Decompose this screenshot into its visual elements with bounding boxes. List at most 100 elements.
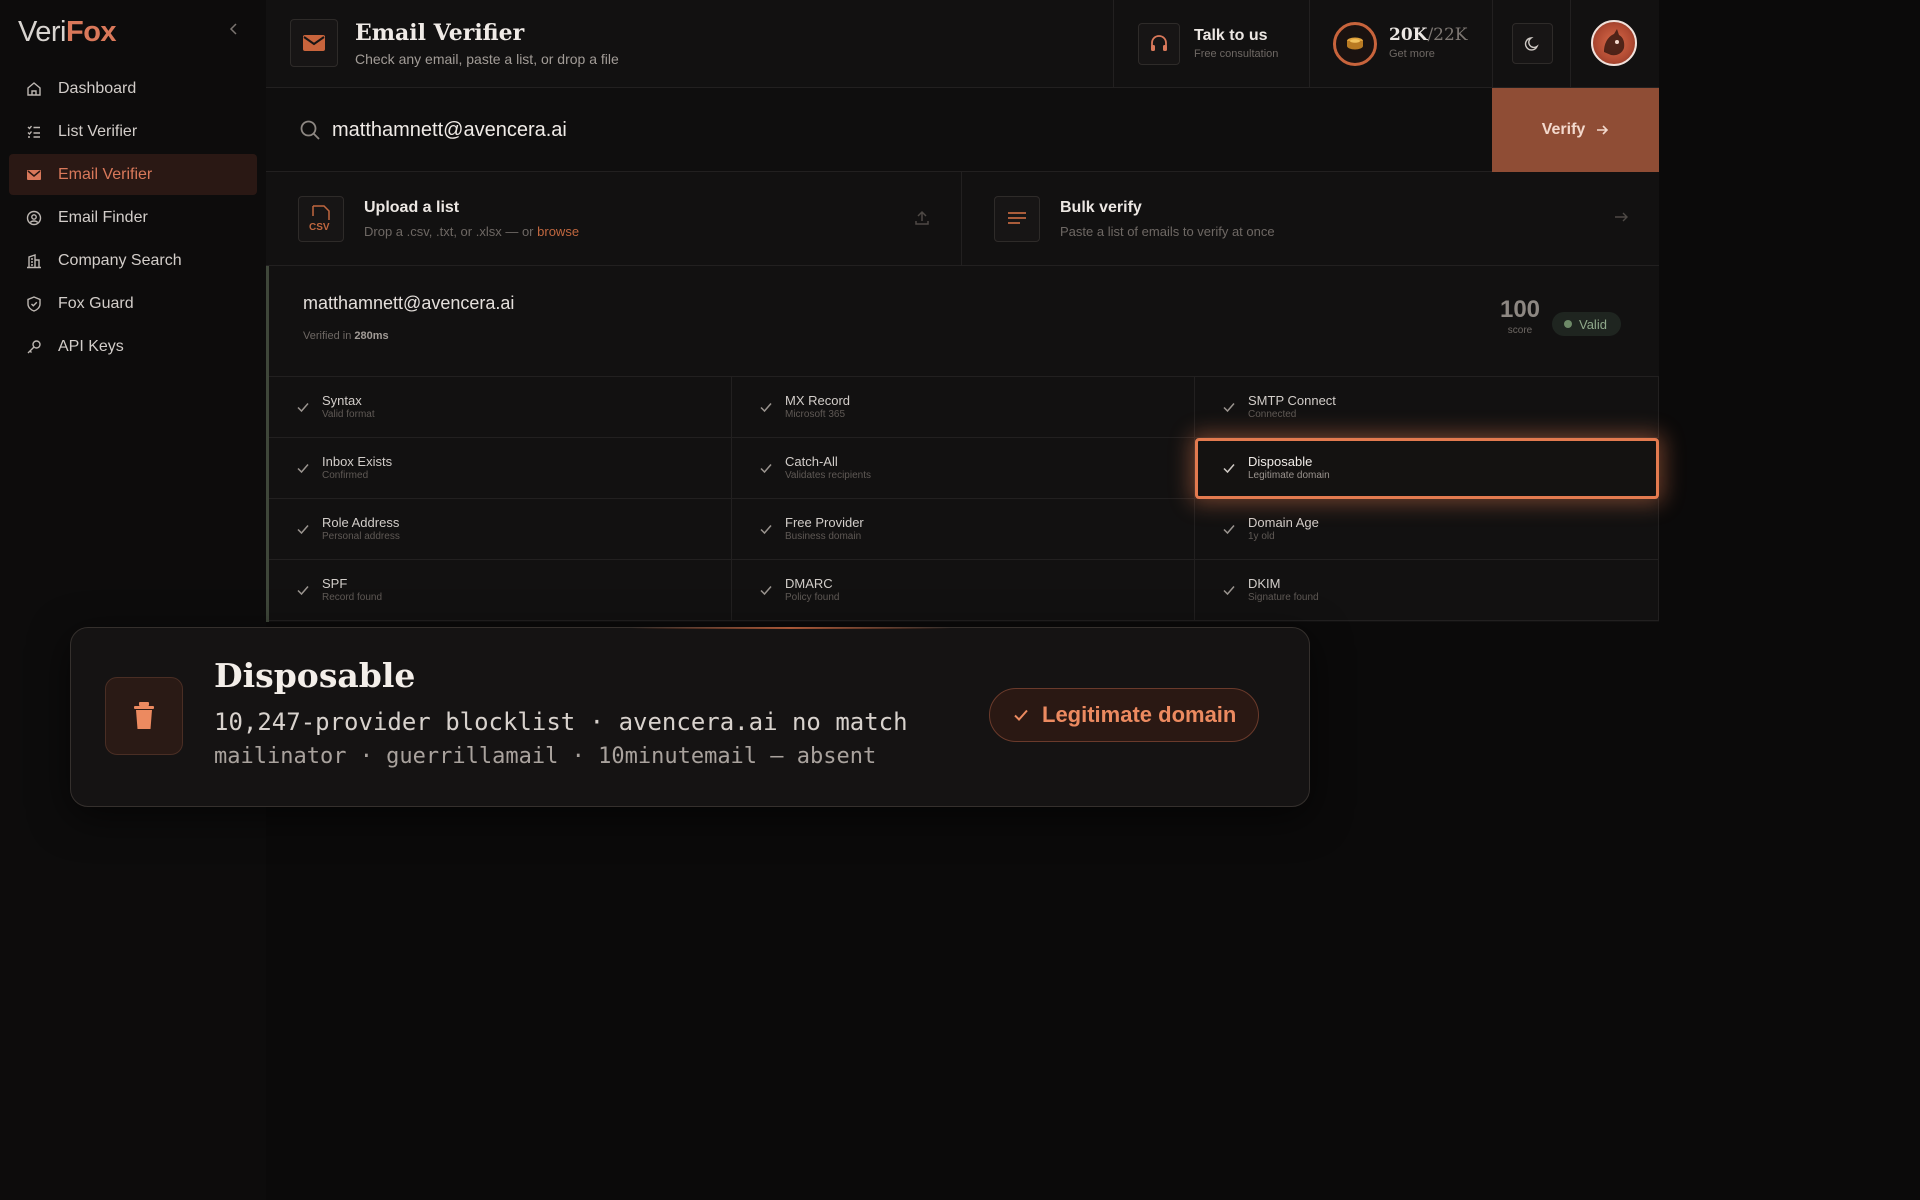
check-role-address[interactable]: Role Address Personal address xyxy=(269,499,732,560)
verification-result: matthamnett@avencera.ai Verified in 280m… xyxy=(266,266,1659,622)
check-title: MX Record xyxy=(785,393,851,408)
mail-icon xyxy=(27,169,41,180)
check-subtitle: Signature found xyxy=(1248,592,1319,603)
upload-list-dropzone[interactable]: CSV Upload a list Drop a .csv, .txt, or … xyxy=(266,172,962,266)
check-domain-age[interactable]: Domain Age 1y old xyxy=(1195,499,1659,560)
check-title: Role Address xyxy=(322,515,400,530)
credits-widget[interactable]: 20K/22K Get more xyxy=(1309,0,1492,88)
check-subtitle: Legitimate domain xyxy=(1248,470,1330,481)
page-header: Email Verifier Check any email, paste a … xyxy=(266,0,1113,88)
check-title: Syntax xyxy=(322,393,362,408)
check-subtitle: Validates recipients xyxy=(785,470,871,481)
checks-row: Role Address Personal address Free Provid… xyxy=(269,499,1659,560)
check-title: Catch-All xyxy=(785,454,838,469)
home-icon xyxy=(27,81,41,96)
upload-description: Drop a .csv, .txt, or .xlsx — or browse xyxy=(364,224,579,239)
check-dkim[interactable]: DKIM Signature found xyxy=(1195,560,1659,621)
credits-get-more: Get more xyxy=(1389,48,1435,60)
check-icon xyxy=(297,586,309,596)
check-title: DMARC xyxy=(785,576,833,591)
sidebar-item-label: Email Verifier xyxy=(58,165,153,183)
pill-label: Legitimate domain xyxy=(1042,702,1237,727)
check-syntax[interactable]: Syntax Valid format xyxy=(269,377,732,438)
check-title: Inbox Exists xyxy=(322,454,393,469)
brand-logo[interactable]: VeriFox xyxy=(18,16,117,49)
checks-row: Syntax Valid format MX Record Microsoft 36… xyxy=(269,377,1659,438)
sidebar-item-dashboard[interactable]: Dashboard xyxy=(9,68,257,109)
mail-icon xyxy=(290,19,338,67)
verify-button[interactable]: Verify xyxy=(1492,88,1659,172)
check-spf[interactable]: SPF Record found xyxy=(269,560,732,621)
popup-detail-line-2: mailinator · guerrillamail · 10minutemai… xyxy=(214,744,877,769)
csv-badge-label: CSV xyxy=(309,222,330,233)
popup-detail-line-1: 10,247-provider blocklist · avencera.ai … xyxy=(214,708,908,736)
arrow-right-icon xyxy=(1613,209,1629,230)
bulk-title: Bulk verify xyxy=(1060,199,1142,216)
page-title: Email Verifier xyxy=(355,20,525,46)
sidebar-item-email-finder[interactable]: Email Finder xyxy=(9,197,257,238)
check-icon xyxy=(760,586,772,596)
checks-row: SPF Record found DMARC Policy found DKIM Si… xyxy=(269,560,1659,621)
score: 100 score xyxy=(1495,296,1545,336)
list-icon xyxy=(27,125,40,138)
check-dmarc[interactable]: DMARC Policy found xyxy=(732,560,1195,621)
credits-used: 20K xyxy=(1389,25,1428,45)
sidebar-item-email-verifier[interactable]: Email Verifier xyxy=(9,154,257,195)
moon-icon[interactable] xyxy=(1512,23,1553,64)
sidebar-item-label: Email Finder xyxy=(58,208,148,226)
talk-to-us-button[interactable]: Talk to us Free consultation xyxy=(1113,0,1309,88)
avatar[interactable] xyxy=(1591,20,1637,66)
check-subtitle: Business domain xyxy=(785,531,862,542)
sidebar-item-api-keys[interactable]: API Keys xyxy=(9,326,257,367)
text-lines-icon xyxy=(994,196,1040,242)
sidebar: VeriFox Dashboard List Verifier Email Ve… xyxy=(0,0,266,1200)
browse-link[interactable]: browse xyxy=(537,224,579,239)
check-free-provider[interactable]: Free Provider Business domain xyxy=(732,499,1195,560)
disposable-detail-popup: Disposable 10,247-provider blocklist · a… xyxy=(70,627,1310,807)
user-search-icon xyxy=(26,210,42,225)
check-mx-record[interactable]: MX Record Microsoft 365 xyxy=(732,377,1195,438)
email-input[interactable] xyxy=(332,110,1332,150)
key-icon xyxy=(27,339,41,353)
sidebar-nav: Dashboard List Verifier Email Verifier E… xyxy=(9,68,257,369)
status-badge: Valid xyxy=(1552,312,1621,336)
sidebar-item-label: List Verifier xyxy=(58,122,138,140)
score-value: 100 xyxy=(1499,296,1541,323)
headset-icon xyxy=(1138,23,1180,65)
check-subtitle: Connected xyxy=(1248,409,1297,420)
sidebar-item-list-verifier[interactable]: List Verifier xyxy=(9,111,257,152)
talk-subtitle: Free consultation xyxy=(1194,48,1279,60)
sidebar-item-company-search[interactable]: Company Search xyxy=(9,240,257,281)
check-disposable[interactable]: Disposable Legitimate domain xyxy=(1195,438,1659,499)
check-title: DKIM xyxy=(1248,576,1281,591)
arrow-right-icon xyxy=(1597,125,1609,135)
bulk-description: Paste a list of emails to verify at once xyxy=(1060,224,1275,239)
theme-toggle xyxy=(1492,0,1570,88)
status-dot-icon xyxy=(1564,320,1572,328)
user-menu xyxy=(1570,0,1659,88)
check-icon xyxy=(760,464,772,474)
bulk-verify-button[interactable]: Bulk verify Paste a list of emails to ve… xyxy=(962,172,1659,266)
check-subtitle: Confirmed xyxy=(322,470,369,481)
check-icon xyxy=(1223,525,1235,535)
check-title: SPF xyxy=(322,576,348,591)
check-smtp-connect[interactable]: SMTP Connect Connected xyxy=(1195,377,1659,438)
status-label: Valid xyxy=(1579,316,1607,332)
search-bar: Verify xyxy=(266,88,1659,172)
credits-total: /22K xyxy=(1427,25,1468,45)
sidebar-item-fox-guard[interactable]: Fox Guard xyxy=(9,283,257,324)
check-inbox-exists[interactable]: Inbox Exists Confirmed xyxy=(269,438,732,499)
collapse-sidebar-icon[interactable] xyxy=(226,22,242,38)
talk-title: Talk to us xyxy=(1194,27,1268,44)
shield-icon xyxy=(27,295,41,312)
check-icon xyxy=(760,403,772,413)
score-label: score xyxy=(1507,325,1533,336)
check-icon xyxy=(1223,403,1235,413)
check-subtitle: Personal address xyxy=(322,531,400,542)
result-header: matthamnett@avencera.ai Verified in 280m… xyxy=(269,266,1659,377)
check-catch-all[interactable]: Catch-All Validates recipients xyxy=(732,438,1195,499)
verified-time-value: 280ms xyxy=(354,330,389,342)
page-subtitle: Check any email, paste a list, or drop a… xyxy=(355,51,619,67)
upload-desc-text: Drop a .csv, .txt, or .xlsx — or xyxy=(364,224,538,239)
sidebar-item-label: Fox Guard xyxy=(58,294,134,312)
